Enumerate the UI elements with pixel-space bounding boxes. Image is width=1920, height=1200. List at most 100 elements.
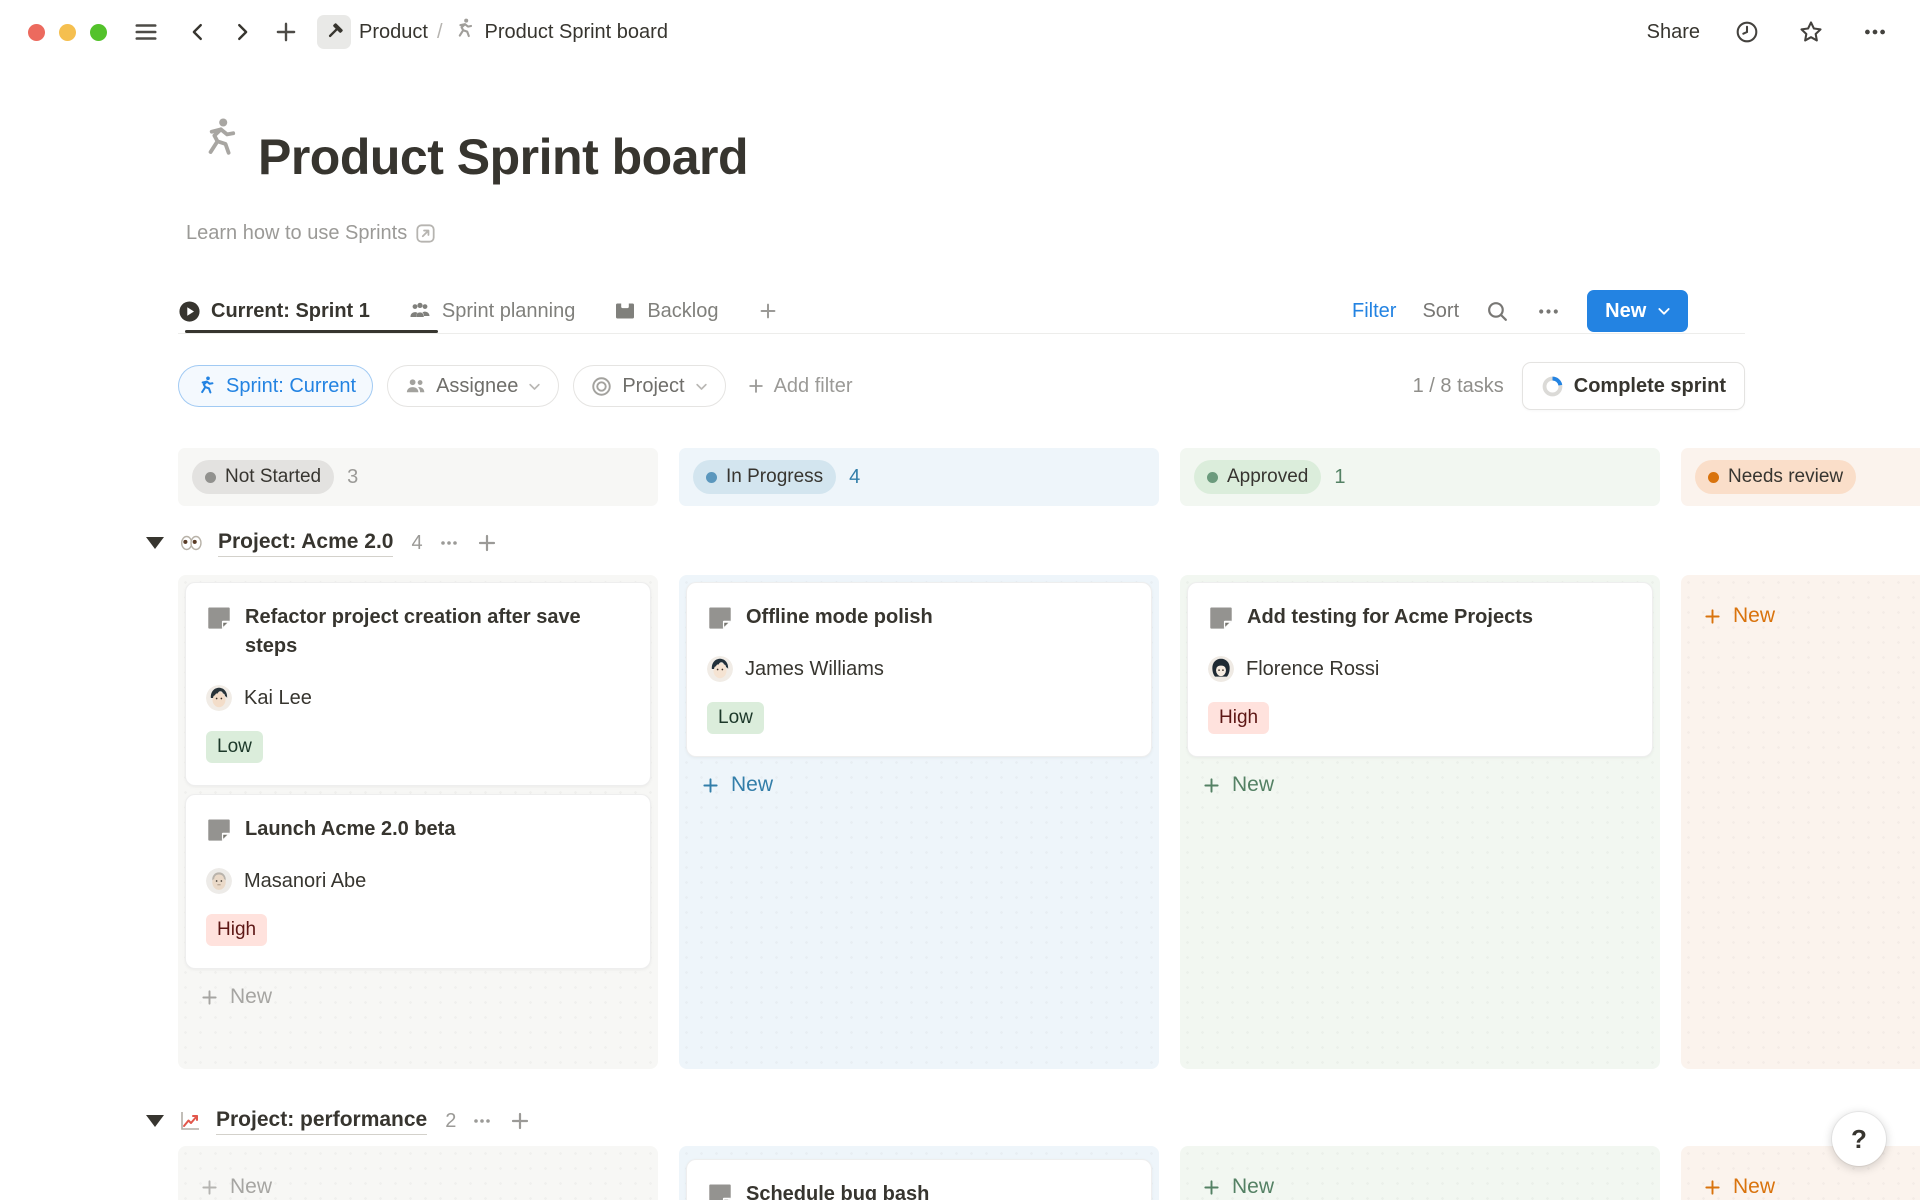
collapse-triangle-icon[interactable] xyxy=(146,537,164,549)
sidebar-menu-icon[interactable] xyxy=(129,15,163,49)
column-header-in-progress[interactable]: In Progress 4 xyxy=(679,448,1159,506)
chevron-down-icon xyxy=(527,379,542,394)
column-approved-acme: Add testing for Acme Projects Florence R… xyxy=(1180,575,1660,1069)
tab-backlog[interactable]: Backlog xyxy=(613,299,718,323)
add-filter-button[interactable]: Add filter xyxy=(746,375,853,398)
assignee-row: Kai Lee xyxy=(206,685,630,711)
group-title[interactable]: Project: Acme 2.0 xyxy=(218,530,393,557)
add-card-button[interactable]: New xyxy=(1187,765,1653,805)
tab-current-sprint[interactable]: Current: Sprint 1 xyxy=(178,300,370,323)
column-approved-performance: New xyxy=(1180,1146,1660,1200)
collapse-triangle-icon[interactable] xyxy=(146,1115,164,1127)
group-add-icon[interactable] xyxy=(508,1109,532,1133)
new-page-button[interactable] xyxy=(269,15,303,49)
plus-icon xyxy=(700,775,721,796)
new-task-button[interactable]: New xyxy=(1587,290,1688,332)
status-label: In Progress xyxy=(726,466,823,488)
group-header-performance: Project: performance 2 xyxy=(146,1098,532,1144)
task-card[interactable]: Launch Acme 2.0 beta Masanori Abe High xyxy=(185,794,651,969)
back-button[interactable] xyxy=(181,15,215,49)
task-card[interactable]: Refactor project creation after save ste… xyxy=(185,582,651,786)
status-pill: Approved xyxy=(1194,460,1321,494)
learn-sprints-link[interactable]: Learn how to use Sprints xyxy=(186,222,436,245)
task-card[interactable]: Schedule bug bash xyxy=(686,1159,1152,1200)
column-needs-review-performance: New xyxy=(1681,1146,1920,1200)
minimize-window-button[interactable] xyxy=(59,24,76,41)
sprint-filter-chip[interactable]: Sprint: Current xyxy=(178,365,373,407)
page-runner-icon[interactable] xyxy=(196,116,242,167)
view-options-icon[interactable] xyxy=(1536,299,1561,324)
task-card[interactable]: Offline mode polish James Williams Low xyxy=(686,582,1152,757)
chevron-down-icon xyxy=(694,379,709,394)
search-icon[interactable] xyxy=(1485,299,1510,324)
task-title: Refactor project creation after save ste… xyxy=(245,603,630,661)
close-window-button[interactable] xyxy=(28,24,45,41)
group-add-icon[interactable] xyxy=(475,531,499,555)
column-header-needs-review[interactable]: Needs review xyxy=(1681,448,1920,506)
add-card-button[interactable]: New xyxy=(1688,1167,1920,1200)
workspace-hammer-icon[interactable] xyxy=(317,15,351,49)
assignee-filter-chip[interactable]: Assignee xyxy=(387,365,559,407)
tab-current-sprint-label: Current: Sprint 1 xyxy=(211,300,370,323)
add-card-label: New xyxy=(1733,1175,1775,1199)
column-in-progress-acme: Offline mode polish James Williams Low N… xyxy=(679,575,1159,1069)
task-progress-text: 1 / 8 tasks xyxy=(1413,375,1504,398)
status-label: Approved xyxy=(1227,466,1308,488)
learn-sprints-label: Learn how to use Sprints xyxy=(186,222,407,245)
column-count: 4 xyxy=(849,466,860,489)
complete-sprint-button[interactable]: Complete sprint xyxy=(1522,362,1745,410)
task-title: Add testing for Acme Projects xyxy=(1247,603,1533,632)
column-not-started-acme: Refactor project creation after save ste… xyxy=(178,575,658,1069)
filter-button[interactable]: Filter xyxy=(1352,300,1396,323)
priority-badge: Low xyxy=(707,702,764,734)
task-title: Schedule bug bash xyxy=(746,1180,929,1200)
breadcrumb-separator: / xyxy=(437,21,443,44)
add-view-button[interactable] xyxy=(757,300,779,322)
breadcrumb-root[interactable]: Product xyxy=(359,21,428,44)
filter-bar: Sprint: Current Assignee Project Add fil… xyxy=(178,362,853,410)
forward-button[interactable] xyxy=(225,15,259,49)
priority-badge: Low xyxy=(206,731,263,763)
plus-icon xyxy=(199,987,220,1008)
column-not-started-performance: New xyxy=(178,1146,658,1200)
project-filter-chip[interactable]: Project xyxy=(573,365,725,407)
assignee-name: Masanori Abe xyxy=(244,870,366,893)
share-button[interactable]: Share xyxy=(1647,21,1700,44)
column-header-approved[interactable]: Approved 1 xyxy=(1180,448,1660,506)
status-pill: Needs review xyxy=(1695,460,1856,494)
add-filter-label: Add filter xyxy=(774,375,853,398)
add-card-label: New xyxy=(1232,1175,1274,1199)
favorite-star-icon[interactable] xyxy=(1794,15,1828,49)
add-card-button[interactable]: New xyxy=(185,1167,651,1200)
updates-clock-icon[interactable] xyxy=(1730,15,1764,49)
plus-icon xyxy=(1702,1177,1723,1198)
plus-icon xyxy=(1201,775,1222,796)
priority-badge: High xyxy=(206,914,267,946)
add-card-label: New xyxy=(1232,773,1274,797)
group-more-icon[interactable] xyxy=(437,531,461,555)
help-button[interactable]: ? xyxy=(1832,1112,1886,1166)
column-header-not-started[interactable]: Not Started 3 xyxy=(178,448,658,506)
complete-sprint-label: Complete sprint xyxy=(1574,375,1726,398)
group-title[interactable]: Project: performance xyxy=(216,1108,427,1135)
avatar xyxy=(707,656,733,682)
add-card-button[interactable]: New xyxy=(185,977,651,1017)
page-title[interactable]: Product Sprint board xyxy=(258,128,748,186)
add-card-button[interactable]: New xyxy=(686,765,1152,805)
add-card-button[interactable]: New xyxy=(1187,1167,1653,1200)
add-card-label: New xyxy=(230,1175,272,1199)
avatar xyxy=(1208,656,1234,682)
team-icon xyxy=(408,299,432,323)
tab-sprint-planning[interactable]: Sprint planning xyxy=(408,299,575,323)
zoom-window-button[interactable] xyxy=(90,24,107,41)
assignee-name: James Williams xyxy=(745,658,884,681)
view-toolbar: Filter Sort New xyxy=(1352,288,1688,334)
sort-button[interactable]: Sort xyxy=(1422,300,1459,323)
group-count: 4 xyxy=(411,532,422,555)
add-card-button[interactable]: New xyxy=(1688,596,1920,636)
breadcrumb-page[interactable]: Product Sprint board xyxy=(485,21,668,44)
group-more-icon[interactable] xyxy=(470,1109,494,1133)
status-pill: Not Started xyxy=(192,460,334,494)
task-card[interactable]: Add testing for Acme Projects Florence R… xyxy=(1187,582,1653,757)
more-options-icon[interactable] xyxy=(1858,15,1892,49)
